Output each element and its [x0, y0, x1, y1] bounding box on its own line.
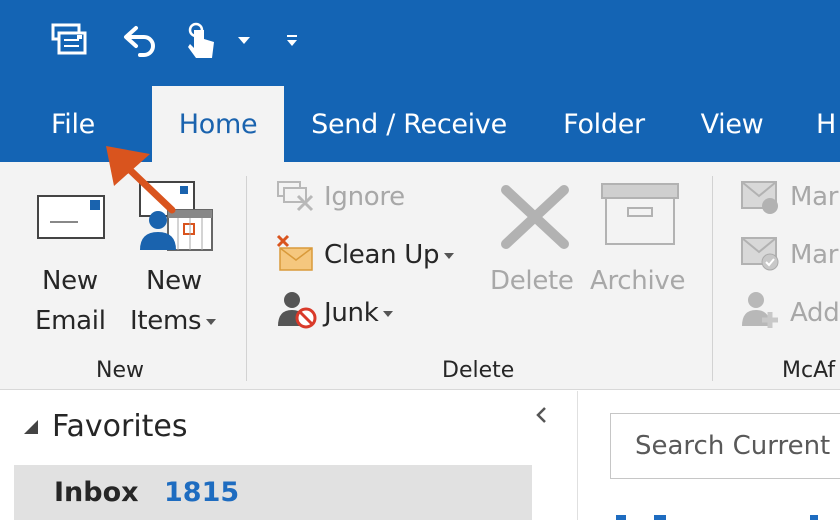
- tab-help-partial[interactable]: H: [806, 86, 840, 162]
- folder-pane: Favorites Inbox 1815: [0, 391, 578, 520]
- mcafee-mail-icon: [741, 181, 778, 214]
- add-user-icon: [742, 292, 778, 328]
- junk-label: Junk: [324, 298, 394, 328]
- ignore-icon: [277, 181, 314, 212]
- collapse-pane-icon[interactable]: [534, 405, 548, 431]
- annotation-arrow-icon: [106, 146, 176, 214]
- inbox-label: Inbox: [54, 477, 139, 508]
- archive-label: Archive: [590, 266, 686, 296]
- mcafee-item-2-label: Mar: [790, 240, 839, 270]
- delete-icon: [501, 185, 569, 249]
- group-divider: [712, 176, 713, 381]
- junk-icon: [278, 292, 317, 329]
- delete-label: Delete: [490, 266, 574, 296]
- clean-up-label: Clean Up: [324, 240, 455, 270]
- message-list-edge: [616, 515, 818, 520]
- tab-folder[interactable]: Folder: [548, 86, 660, 162]
- group-label-delete: Delete: [442, 358, 515, 383]
- favorites-header[interactable]: Favorites: [24, 409, 188, 444]
- touch-mode-icon[interactable]: [182, 20, 222, 60]
- group-label-mcafee: McAf: [782, 358, 836, 383]
- more-icon[interactable]: [282, 20, 302, 60]
- undo-icon[interactable]: [118, 20, 162, 60]
- new-items-label-1: New: [146, 266, 202, 296]
- tab-send-receive[interactable]: Send / Receive: [298, 86, 520, 162]
- group-divider: [246, 176, 247, 381]
- mcafee-mail-check-icon: [741, 237, 779, 271]
- new-items-label-2: Items: [130, 306, 217, 336]
- clean-up-icon: [276, 234, 313, 271]
- tab-view[interactable]: View: [686, 86, 778, 162]
- chevron-down-icon: [206, 318, 217, 325]
- folder-item-inbox[interactable]: Inbox 1815: [14, 465, 532, 520]
- ignore-label: Ignore: [324, 182, 405, 212]
- quick-access-toolbar: [0, 0, 840, 86]
- expand-triangle-icon[interactable]: [24, 419, 38, 434]
- search-input[interactable]: Search Current M: [610, 413, 840, 479]
- new-email-label-2: Email: [35, 306, 106, 336]
- favorites-label: Favorites: [52, 409, 188, 444]
- chevron-down-icon: [383, 310, 394, 317]
- inbox-unread-count: 1815: [164, 477, 240, 508]
- mcafee-item-1-label: Mar: [790, 182, 839, 212]
- archive-icon: [601, 183, 679, 245]
- new-email-label-1: New: [42, 266, 98, 296]
- customize-dropdown-icon[interactable]: [234, 20, 254, 60]
- mcafee-item-3-label: Add: [790, 298, 840, 328]
- group-label-new: New: [96, 358, 144, 383]
- chevron-down-icon: [444, 252, 455, 259]
- new-email-icon: [37, 195, 105, 239]
- send-receive-icon[interactable]: [46, 20, 92, 60]
